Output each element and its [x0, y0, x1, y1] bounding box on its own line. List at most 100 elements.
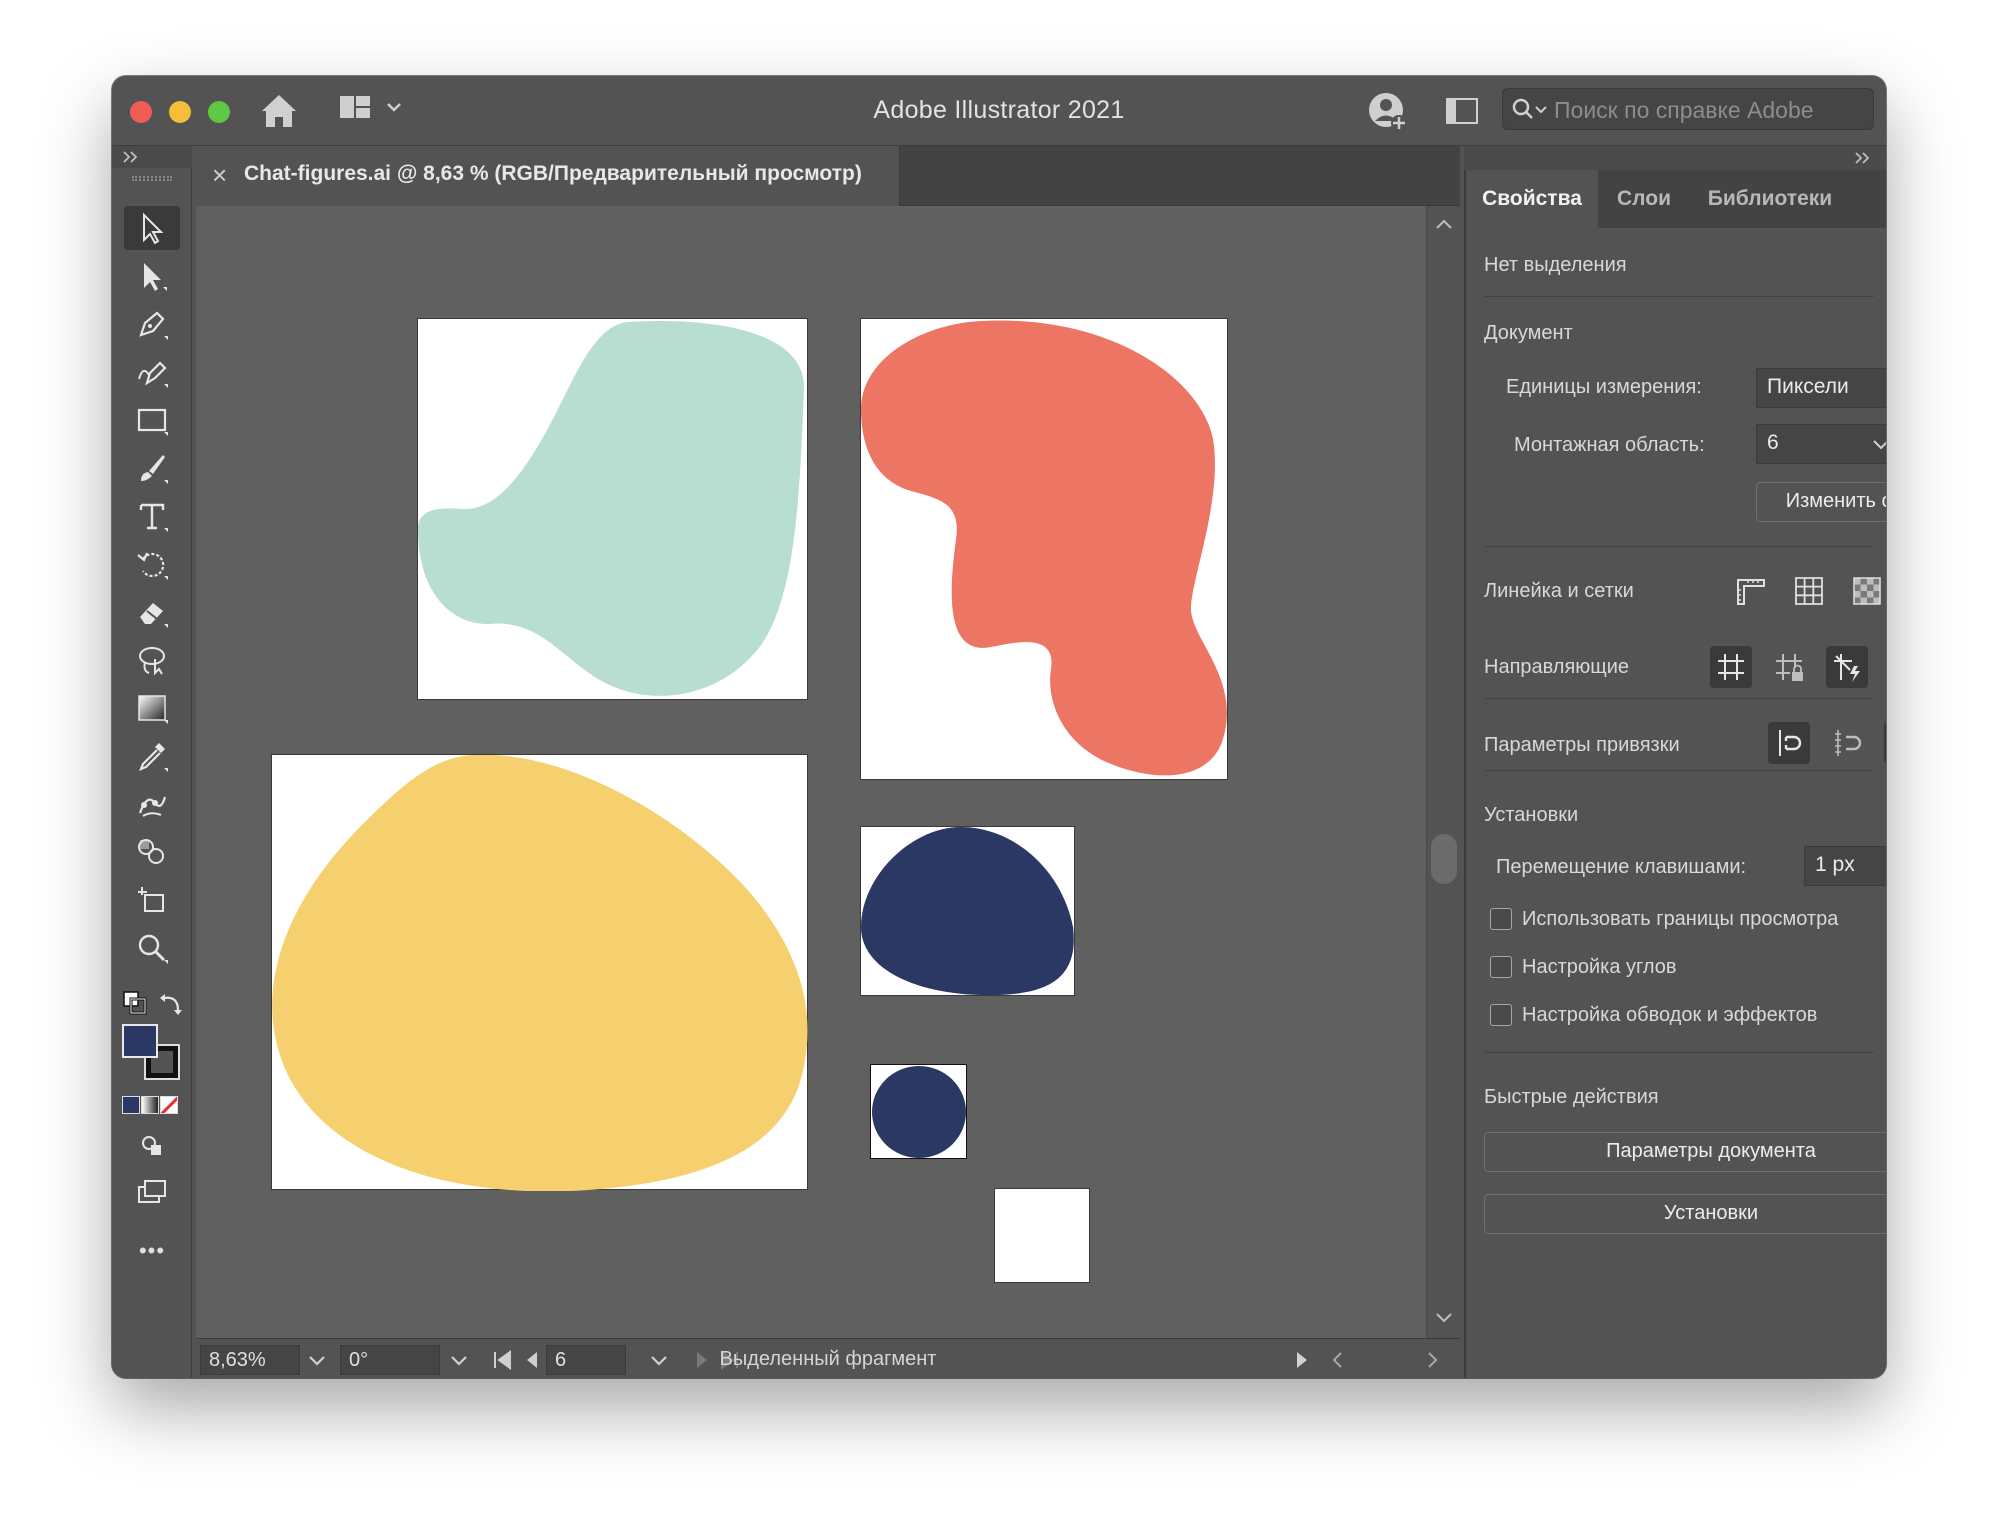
color-mode-buttons[interactable] [122, 1096, 178, 1114]
draw-mode-icon [142, 1136, 161, 1155]
color-mode-solid[interactable] [122, 1096, 140, 1114]
default-colors-button[interactable] [122, 990, 148, 1016]
selection-tool[interactable] [124, 206, 180, 250]
expand-toolbar-icon [123, 151, 138, 163]
panel-tabs: Свойства Слои Библиотеки [1466, 170, 1886, 228]
direct-selection-tool[interactable] [124, 254, 180, 298]
pen-tool[interactable] [124, 302, 180, 346]
direct-selection-arrow-icon [144, 263, 167, 291]
artboard-empty[interactable] [994, 1188, 1090, 1283]
navy-blob-shape[interactable] [861, 827, 1076, 997]
shape-builder-icon [138, 839, 164, 864]
fill-stroke-swatches[interactable] [122, 1024, 184, 1082]
panel-layout-icon [1446, 98, 1478, 124]
color-mode-gradient[interactable] [141, 1096, 159, 1114]
artboard-select[interactable]: 6 [1756, 424, 1886, 464]
no-selection-label: Нет выделения [1484, 254, 1627, 276]
lasso-tool[interactable] [124, 638, 180, 682]
scroll-left-icon[interactable] [1326, 1348, 1350, 1372]
paintbrush-tool[interactable] [124, 446, 180, 490]
navy-circle-shape[interactable] [871, 1065, 968, 1160]
artboard-navy-blob[interactable] [860, 826, 1075, 996]
snap-to-grid-button[interactable] [1826, 722, 1868, 764]
scroll-right-icon[interactable] [1420, 1348, 1444, 1372]
grid-icon [1795, 577, 1823, 605]
snap-grid-icon [1835, 730, 1862, 756]
status-menu-icon[interactable] [1290, 1348, 1314, 1372]
transparency-grid-button[interactable] [1846, 570, 1886, 612]
zoom-tool[interactable] [124, 926, 180, 970]
scale-corners-checkbox[interactable] [1490, 956, 1512, 978]
show-rulers-button[interactable] [1730, 570, 1772, 612]
help-search-input[interactable]: Поиск по справке Adobe [1502, 88, 1874, 130]
artboard-coral[interactable] [860, 318, 1228, 780]
fill-swatch[interactable] [122, 1024, 158, 1058]
tools-panel: ••• [112, 168, 192, 1378]
type-tool[interactable] [124, 494, 180, 538]
gradient-tool[interactable] [124, 686, 180, 730]
units-select[interactable]: Пиксели [1756, 368, 1886, 408]
preferences-button[interactable]: Установки [1484, 1194, 1886, 1234]
snap-to-pixel-button[interactable] [1884, 722, 1886, 764]
status-bar: 8,63% 0° 6 Выделенный фрагмент [196, 1338, 1460, 1378]
close-document-icon[interactable]: × [212, 160, 227, 191]
default-fill-stroke-icon [123, 991, 147, 1015]
yellow-blob-shape[interactable] [272, 755, 809, 1191]
artboard-navy-circle[interactable] [870, 1064, 967, 1159]
show-guides-button[interactable] [1710, 646, 1752, 688]
preview-bounds-label: Использовать границы просмотра [1522, 908, 1839, 930]
toolbar-collapse-bar[interactable] [112, 146, 192, 168]
artboard-tool[interactable] [124, 878, 180, 922]
divider [1484, 1052, 1874, 1053]
scroll-thumb[interactable] [1431, 834, 1457, 884]
curvature-pen-icon [138, 361, 168, 388]
share-user-button[interactable] [1366, 90, 1410, 134]
keyboard-increment-input[interactable]: 1 px [1804, 846, 1886, 886]
user-add-icon [1369, 93, 1407, 131]
guides-label: Направляющие [1484, 656, 1630, 678]
snap-point-icon [1779, 730, 1802, 756]
panel-toggle-button[interactable] [1445, 96, 1481, 126]
eraser-icon [140, 603, 168, 628]
tab-layers[interactable]: Слои [1598, 170, 1690, 228]
edit-toolbar-button[interactable]: ••• [112, 1238, 192, 1264]
lock-guides-icon [1776, 654, 1803, 681]
scroll-up-icon[interactable] [1433, 214, 1455, 236]
properties-panel: Свойства Слои Библиотеки Нет выделения Д… [1464, 170, 1886, 1378]
canvas-vertical-scrollbar[interactable] [1426, 206, 1460, 1338]
scale-strokes-checkbox[interactable] [1490, 1004, 1512, 1026]
edit-artboards-button[interactable]: Изменить области [1756, 482, 1886, 522]
eraser-tool[interactable] [124, 590, 180, 634]
rectangle-tool[interactable] [124, 398, 180, 442]
rotate-tool[interactable] [124, 542, 180, 586]
transparency-grid-icon [1853, 577, 1881, 605]
eyedropper-tool[interactable] [124, 734, 180, 778]
preview-bounds-checkbox[interactable] [1490, 908, 1512, 930]
show-grid-button[interactable] [1788, 570, 1830, 612]
scale-strokes-label: Настройка обводок и эффектов [1522, 1004, 1818, 1026]
swap-colors-button[interactable] [158, 990, 184, 1016]
panel-collapse-bar[interactable] [1464, 146, 1886, 170]
scroll-down-icon[interactable] [1433, 1306, 1455, 1328]
tab-properties[interactable]: Свойства [1466, 170, 1598, 228]
canvas[interactable] [196, 206, 1426, 1338]
smart-guides-button[interactable] [1826, 646, 1868, 688]
toolbar-grip[interactable] [132, 176, 172, 181]
screen-mode-tool[interactable] [124, 1174, 180, 1210]
color-mode-none[interactable] [160, 1096, 178, 1114]
lock-guides-button[interactable] [1768, 646, 1810, 688]
shape-builder-tool[interactable] [124, 830, 180, 874]
mint-blob-shape[interactable] [418, 319, 809, 701]
artboard-value: 6 [1767, 431, 1779, 454]
artboard-yellow[interactable] [271, 754, 809, 1191]
divider [1484, 698, 1874, 699]
coral-blob-shape[interactable] [861, 319, 1229, 781]
curvature-tool[interactable] [124, 350, 180, 394]
snap-to-point-button[interactable] [1768, 722, 1810, 764]
document-setup-button[interactable]: Параметры документа [1484, 1132, 1886, 1172]
artboard-mint[interactable] [417, 318, 808, 700]
document-tab[interactable]: × Chat-figures.ai @ 8,63 % (RGB/Предвари… [196, 146, 900, 206]
tab-libraries[interactable]: Библиотеки [1690, 170, 1850, 228]
drawing-modes-tool[interactable] [124, 1128, 180, 1164]
puppet-warp-tool[interactable] [124, 782, 180, 826]
